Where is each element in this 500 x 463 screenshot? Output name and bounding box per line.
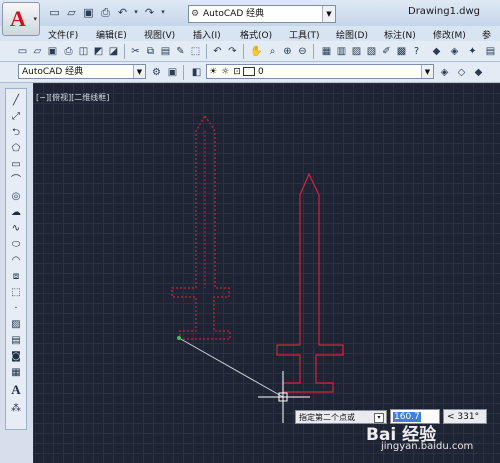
sword-outline[interactable] xyxy=(276,172,344,393)
dynamic-input-prompt-text: 指定第二个点或 xyxy=(299,413,355,422)
drawing-geometry xyxy=(171,114,344,423)
baidu-watermark-url: jingyan.baidu.com xyxy=(381,441,474,452)
autocad-logo-icon: A xyxy=(10,6,26,31)
application-menu-button[interactable]: A ▾ xyxy=(2,2,40,36)
selected-sword-outline[interactable] xyxy=(171,114,231,340)
base-point-marker xyxy=(177,336,181,340)
angle-input[interactable]: < 331° xyxy=(443,409,487,424)
rubber-band-line xyxy=(178,337,284,398)
chevron-down-icon: ▾ xyxy=(33,15,37,23)
